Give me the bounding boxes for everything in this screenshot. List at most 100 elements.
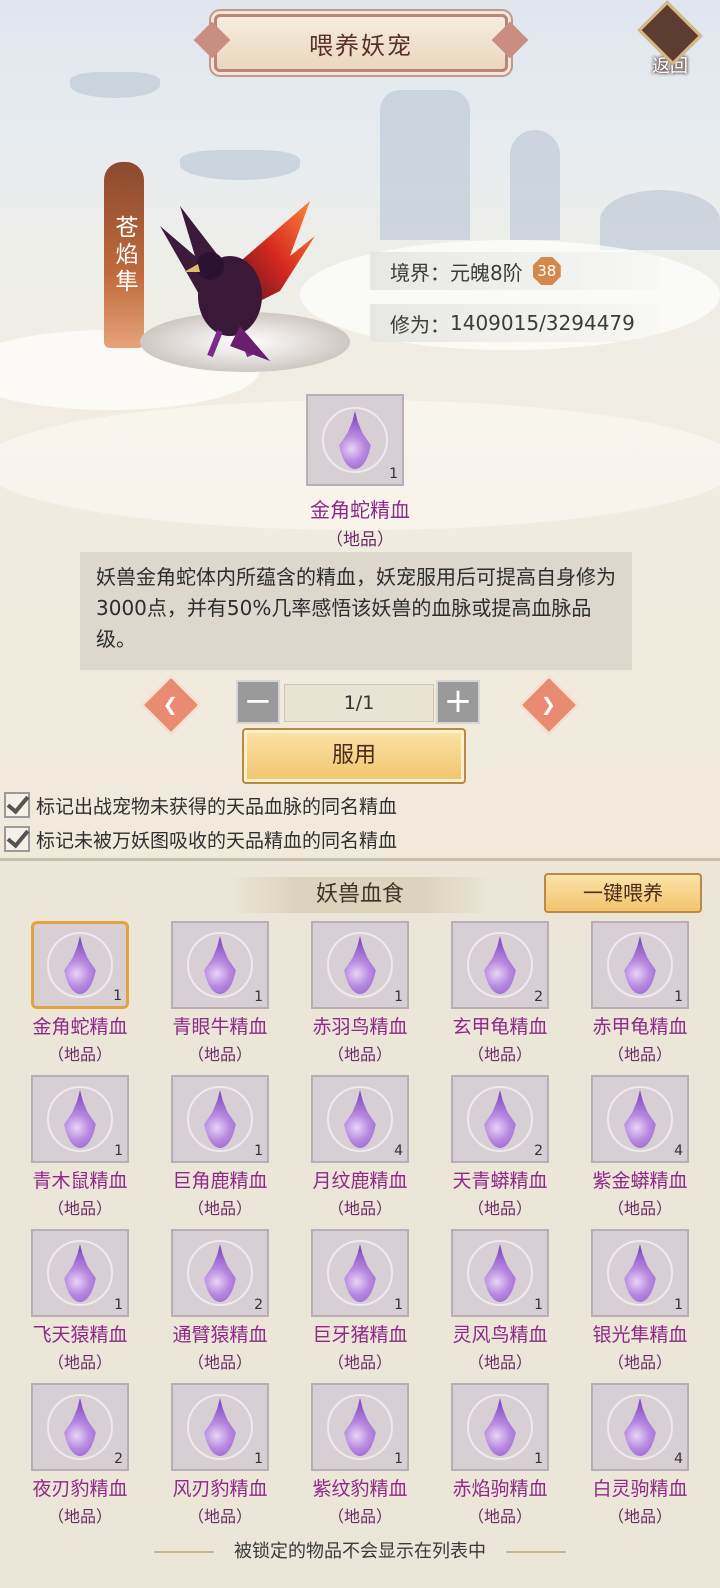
item-grade: （地品）: [47, 1199, 112, 1218]
item-count: 1: [254, 989, 263, 1005]
item-grade: （地品）: [187, 1199, 252, 1218]
item-cell[interactable]: 2 通臂猿精血 （地品）: [150, 1229, 290, 1373]
item-cell[interactable]: 1 银光隼精血 （地品）: [570, 1229, 710, 1373]
item-count: 4: [394, 1143, 403, 1159]
item-slot[interactable]: 1: [31, 1229, 129, 1317]
item-cell[interactable]: 1 赤羽鸟精血 （地品）: [290, 921, 430, 1065]
item-slot[interactable]: 2: [451, 1075, 549, 1163]
quantity-field[interactable]: 1/1: [284, 684, 434, 722]
item-slot[interactable]: 4: [591, 1075, 689, 1163]
item-cell[interactable]: 4 白灵驹精血 （地品）: [570, 1383, 710, 1527]
increase-quantity-button[interactable]: +: [436, 680, 480, 724]
item-name: 夜刃豹精血: [32, 1478, 128, 1500]
checkbox-row[interactable]: 标记出战宠物未获得的天品血脉的同名精血: [4, 790, 397, 820]
footer-note: 被锁定的物品不会显示在列表中: [0, 1537, 720, 1563]
item-slot[interactable]: 1: [171, 1383, 269, 1471]
feed-all-button[interactable]: 一键喂养: [544, 873, 702, 913]
item-cell[interactable]: 1 巨牙猪精血 （地品）: [290, 1229, 430, 1373]
item-name: 赤羽鸟精血: [312, 1016, 408, 1038]
item-count: 1: [394, 989, 403, 1005]
item-name: 巨角鹿精血: [172, 1170, 268, 1192]
use-button[interactable]: 服用: [242, 728, 466, 784]
item-cell[interactable]: 1 飞天猿精血 （地品）: [10, 1229, 150, 1373]
item-cell[interactable]: 1 巨角鹿精血 （地品）: [150, 1075, 290, 1219]
item-count: 2: [114, 1451, 123, 1467]
decrease-quantity-button[interactable]: −: [236, 680, 280, 724]
item-count: 1: [114, 1297, 123, 1313]
item-slot[interactable]: 1: [591, 1229, 689, 1317]
item-count: 1: [394, 1451, 403, 1467]
item-cell[interactable]: 4 月纹鹿精血 （地品）: [290, 1075, 430, 1219]
tower-silhouette: [510, 130, 560, 240]
item-slot[interactable]: 1: [451, 1229, 549, 1317]
selected-item-name: 金角蛇精血: [310, 498, 410, 522]
item-cell[interactable]: 1 赤甲龟精血 （地品）: [570, 921, 710, 1065]
item-grade: （地品）: [187, 1045, 252, 1064]
checkbox-row[interactable]: 标记未被万妖图吸收的天品精血的同名精血: [4, 824, 397, 854]
item-slot[interactable]: 2: [31, 1383, 129, 1471]
chevron-left-icon: ❮: [163, 694, 179, 716]
item-count: 4: [674, 1451, 683, 1467]
item-grade: （地品）: [327, 1045, 392, 1064]
checkbox-checked-icon[interactable]: [4, 792, 30, 818]
mountain-silhouette: [600, 190, 720, 250]
realm-value: 元魄8阶: [450, 260, 523, 285]
pagoda-silhouette: [380, 90, 470, 240]
item-slot[interactable]: 1: [31, 1075, 129, 1163]
item-count: 1: [389, 466, 398, 482]
item-grade: （地品）: [327, 1353, 392, 1372]
phoenix-pet-image: [160, 201, 315, 361]
item-count: 1: [674, 1297, 683, 1313]
item-slot[interactable]: 1: [171, 1075, 269, 1163]
item-slot[interactable]: 2: [171, 1229, 269, 1317]
cultivation-bar: 修为： 1409015/3294479: [370, 304, 660, 342]
floating-island: [70, 72, 160, 98]
item-name: 紫纹豹精血: [312, 1478, 408, 1500]
selected-item-caption: 金角蛇精血 （地品）: [250, 494, 470, 550]
checkbox-label: 标记未被万妖图吸收的天品精血的同名精血: [36, 829, 398, 852]
cultivation-value: 1409015/3294479: [450, 311, 635, 335]
floating-island: [180, 150, 300, 180]
item-cell[interactable]: 1 赤焰驹精血 （地品）: [430, 1383, 570, 1527]
item-cell[interactable]: 2 夜刃豹精血 （地品）: [10, 1383, 150, 1527]
item-cell[interactable]: 1 青眼牛精血 （地品）: [150, 921, 290, 1065]
item-slot[interactable]: 1: [591, 921, 689, 1009]
item-slot[interactable]: 1: [451, 1383, 549, 1471]
item-count: 1: [113, 988, 122, 1004]
item-slot[interactable]: 4: [591, 1383, 689, 1471]
item-name: 玄甲龟精血: [452, 1016, 548, 1038]
item-slot[interactable]: 1: [311, 921, 409, 1009]
back-button[interactable]: 返回: [636, 0, 704, 78]
item-slot[interactable]: 1: [311, 1383, 409, 1471]
item-name: 风刃豹精血: [172, 1478, 268, 1500]
pet-name: 苍焰隼: [111, 214, 137, 296]
item-cell[interactable]: 1 紫纹豹精血 （地品）: [290, 1383, 430, 1527]
item-cell[interactable]: 1 风刃豹精血 （地品）: [150, 1383, 290, 1527]
cultivation-label: 修为：: [390, 312, 450, 337]
item-slot[interactable]: 2: [451, 921, 549, 1009]
item-count: 1: [394, 1297, 403, 1313]
back-arrow-icon: [637, 0, 703, 66]
item-cell[interactable]: 2 天青蟒精血 （地品）: [430, 1075, 570, 1219]
item-cell[interactable]: 1 金角蛇精血 （地品）: [10, 921, 150, 1065]
item-cell[interactable]: 1 灵风鸟精血 （地品）: [430, 1229, 570, 1373]
item-name: 青木鼠精血: [32, 1170, 128, 1192]
panel-title: 妖兽血食: [230, 877, 490, 913]
item-name: 紫金蟒精血: [592, 1170, 688, 1192]
item-slot[interactable]: 1: [171, 921, 269, 1009]
item-slot[interactable]: 1: [31, 921, 129, 1009]
item-name: 巨牙猪精血: [312, 1324, 408, 1346]
item-grade: （地品）: [467, 1353, 532, 1372]
item-slot[interactable]: 4: [311, 1075, 409, 1163]
selected-item-slot[interactable]: 1: [306, 394, 404, 486]
item-name: 金角蛇精血: [32, 1016, 128, 1038]
checkbox-checked-icon[interactable]: [4, 826, 30, 852]
item-cell[interactable]: 2 玄甲龟精血 （地品）: [430, 921, 570, 1065]
item-grade: （地品）: [47, 1353, 112, 1372]
item-cell[interactable]: 4 紫金蟒精血 （地品）: [570, 1075, 710, 1219]
item-count: 2: [534, 989, 543, 1005]
item-cell[interactable]: 1 青木鼠精血 （地品）: [10, 1075, 150, 1219]
item-slot[interactable]: 1: [311, 1229, 409, 1317]
item-grade: （地品）: [327, 1507, 392, 1526]
footer-text: 被锁定的物品不会显示在列表中: [234, 1541, 486, 1562]
